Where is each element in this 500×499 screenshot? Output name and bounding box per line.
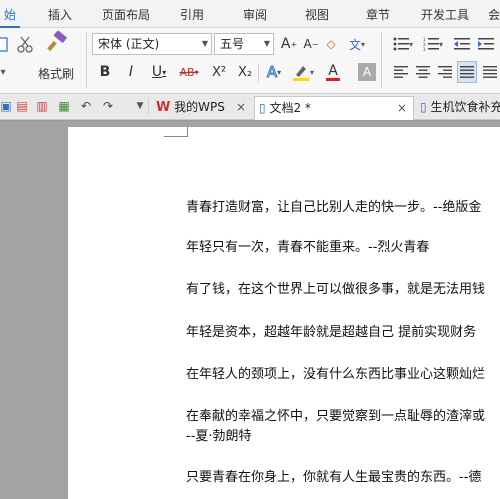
document-paragraph[interactable]: 年轻是资本，超越年龄就是超越自己 提前实现财务 (186, 321, 476, 340)
undo-icon[interactable]: ↶ (78, 98, 94, 114)
ribbon-separator (86, 32, 87, 88)
margin-corner-mark (164, 127, 188, 137)
export-pdf-icon[interactable]: ▤ (14, 98, 30, 114)
cut-icon[interactable] (14, 34, 36, 54)
menu-tab-member[interactable]: 会 (488, 0, 500, 28)
font-color-label: A (328, 62, 338, 79)
document-icon: ▯ (420, 100, 427, 114)
menu-tab-home[interactable]: 始 (0, 0, 21, 28)
align-center-icon[interactable] (414, 62, 432, 82)
increase-indent-icon[interactable] (476, 34, 496, 54)
distributed-align-icon[interactable] (481, 62, 499, 82)
document-paragraph[interactable]: 有了钱，在这个世界上可以做很多事，就是无法用钱 (186, 278, 485, 297)
document-icon: ▯ (259, 101, 266, 115)
numbered-list-icon[interactable]: 1 2 3 ▾ (420, 34, 446, 54)
menu-tab-section[interactable]: 章节 (366, 0, 390, 28)
grow-font-icon[interactable]: A + (280, 34, 298, 54)
character-shading-icon[interactable]: A (358, 63, 376, 81)
ribbon-separator (258, 64, 259, 82)
tab-my-wps-label: 我的WPS (174, 100, 225, 114)
font-size-select[interactable]: 五号 ▼ (214, 33, 274, 55)
chevron-down-icon: ▼ (263, 39, 270, 48)
format-painter-label[interactable]: 格式刷 (38, 64, 74, 82)
shrink-font-icon[interactable]: A − (302, 34, 320, 54)
font-color-icon[interactable]: A (320, 62, 346, 82)
font-name-select[interactable]: 宋体 (正文) ▼ (92, 33, 212, 55)
document-paragraph[interactable]: 青春打造财富，让自己比别人走的快一步。--绝版金 (186, 196, 481, 215)
menu-tab-insert[interactable]: 插入 (48, 0, 72, 28)
redo-icon[interactable]: ↷ (100, 98, 116, 114)
tab-document-2[interactable]: ▯ 文档2 * × (254, 96, 414, 120)
align-left-icon[interactable] (392, 62, 410, 82)
menu-tab-references[interactable]: 引用 (180, 0, 204, 28)
tab-document-2-label: 文档2 * (269, 101, 311, 115)
document-paragraph[interactable]: 年轻只有一次，青春不能重来。--烈火青春 (186, 236, 429, 255)
font-size-value: 五号 (220, 37, 245, 51)
tab-document-3-label: 生机饮食补充 (430, 100, 500, 114)
text-effect-icon[interactable]: A ▾ (263, 62, 285, 82)
format-painter-icon[interactable] (44, 30, 70, 56)
ribbon-separator (381, 32, 382, 88)
menu-tab-view[interactable]: 视图 (305, 0, 329, 28)
customize-toolbar-icon[interactable]: ▼ (132, 98, 148, 114)
underline-button[interactable]: U ▾ (146, 62, 172, 82)
strikethrough-button[interactable]: AB ▾ (174, 62, 204, 82)
decrease-indent-icon[interactable] (452, 34, 472, 54)
wps-logo-icon: W (156, 100, 171, 115)
svg-text:3: 3 (423, 47, 426, 51)
font-name-value: 宋体 (正文) (98, 37, 160, 51)
clear-format-icon[interactable]: ◇ (323, 34, 339, 54)
tab-my-wps[interactable]: W 我的WPS × (152, 96, 252, 120)
close-icon[interactable]: × (397, 97, 407, 119)
tab-document-3[interactable]: ▯ 生机饮食补充 (416, 96, 500, 120)
bold-button[interactable]: B (96, 62, 114, 82)
close-icon[interactable]: × (236, 96, 246, 118)
menu-bar: 始 插入 页面布局 引用 审阅 视图 章节 开发工具 会 (0, 0, 500, 28)
paste-arrow-icon[interactable]: ▾ (0, 64, 8, 80)
italic-button[interactable]: I (122, 62, 140, 82)
print-icon[interactable]: ▥ (34, 98, 50, 114)
chevron-down-icon: ▼ (201, 39, 208, 48)
menu-tab-developer[interactable]: 开发工具 (421, 0, 469, 28)
ribbon-toolbar: ▾ 格式刷 宋体 (正文) ▼ 五号 ▼ A + A − ◇ 文 ▾ B I U ▾ A… (0, 28, 500, 94)
subscript-button[interactable]: X₂ (234, 62, 256, 82)
save-icon[interactable]: ▣ (0, 98, 14, 114)
superscript-button[interactable]: X² (208, 62, 230, 82)
highlight-icon[interactable]: ▾ (290, 62, 316, 82)
underline-label: U (151, 64, 163, 80)
document-paragraph[interactable]: 只要青春在你身上，你就有人生最宝贵的东西。--德 (186, 466, 481, 485)
print-preview-icon[interactable]: ▦ (56, 98, 72, 114)
document-workspace: 青春打造财富，让自己比别人走的快一步。--绝版金 年轻只有一次，青春不能重来。-… (0, 121, 500, 499)
tab-separator (148, 98, 149, 116)
document-tab-bar: ▣ ▤ ▥ ▦ ↶ ↷ ▼ W 我的WPS × ▯ 文档2 * × ▯ 生机饮食… (0, 94, 500, 120)
bullet-list-icon[interactable]: ▾ (390, 34, 416, 54)
document-paragraph[interactable]: 在奉献的幸福之怀中，只要觉察到一点耻辱的渣滓或 (186, 405, 485, 424)
document-paragraph[interactable]: --夏·勃朗特 (186, 425, 252, 444)
menu-tab-page-layout[interactable]: 页面布局 (102, 0, 150, 28)
document-page[interactable]: 青春打造财富，让自己比别人走的快一步。--绝版金 年轻只有一次，青春不能重来。-… (68, 127, 500, 499)
align-right-icon[interactable] (436, 62, 454, 82)
phonetic-guide-icon[interactable]: 文 ▾ (346, 34, 368, 54)
document-paragraph[interactable]: 在年轻人的颈项上，没有什么东西比事业心这颗灿烂 (186, 363, 485, 382)
strikethrough-label: AB (179, 65, 195, 79)
justify-icon[interactable] (457, 61, 477, 83)
copy-icon[interactable] (0, 34, 10, 54)
menu-tab-review[interactable]: 审阅 (243, 0, 267, 28)
